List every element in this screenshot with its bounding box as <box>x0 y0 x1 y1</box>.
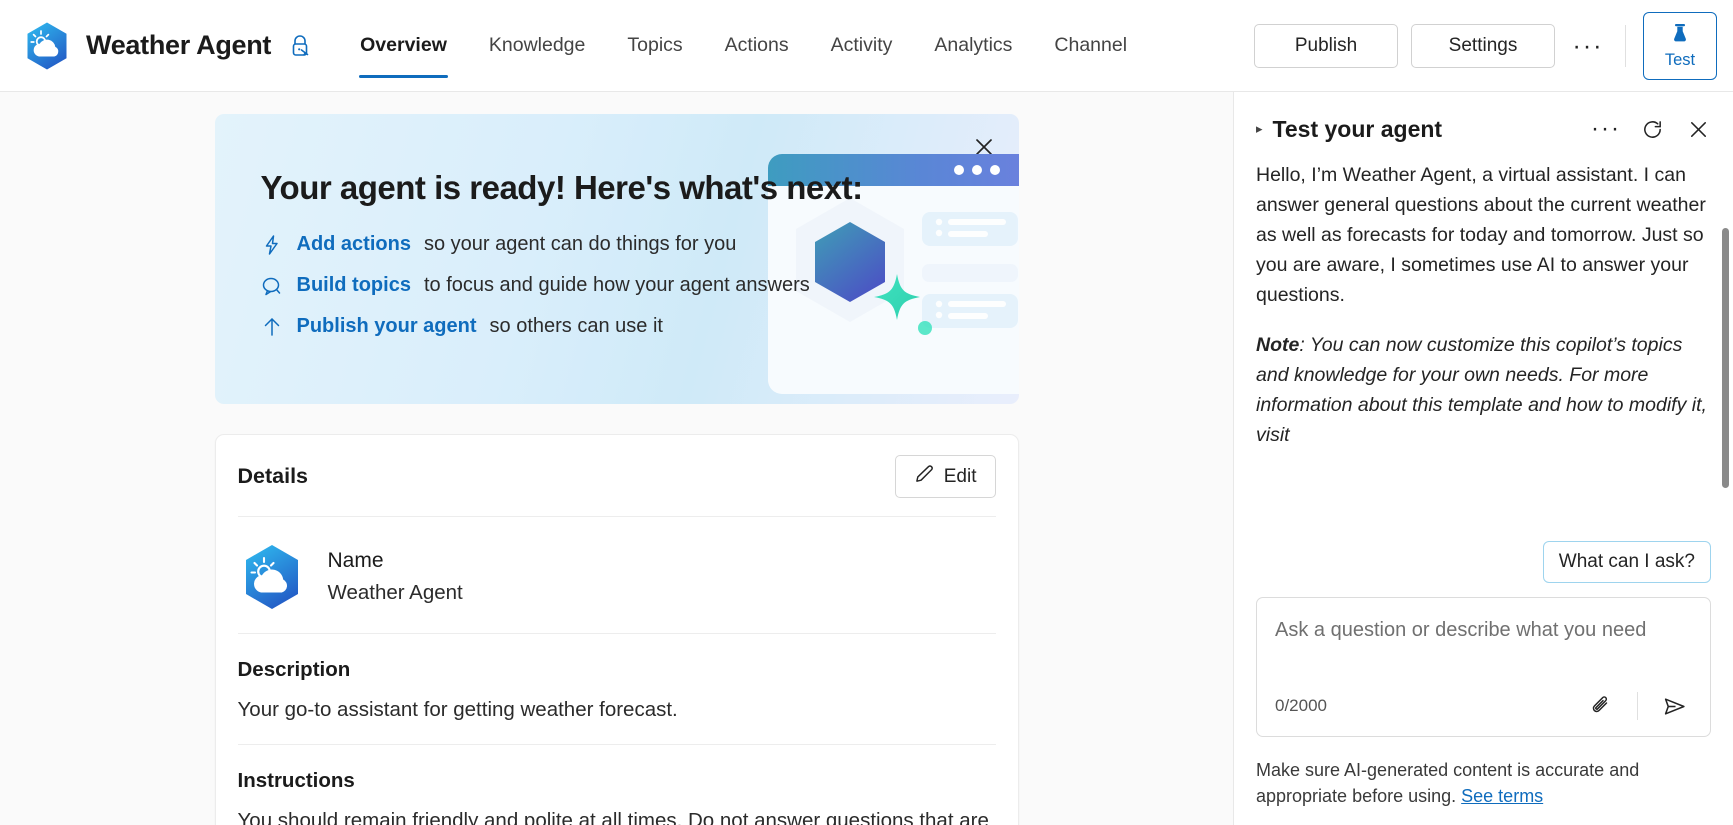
overview-panel: Your agent is ready! Here's what's next:… <box>117 114 1117 825</box>
character-counter: 0/2000 <box>1275 696 1327 716</box>
bot-message: Hello, I’m Weather Agent, a virtual assi… <box>1256 158 1711 450</box>
app-root: Weather Agent Overview Knowledge Topics <box>0 0 1733 825</box>
edit-details-button[interactable]: Edit <box>895 455 996 498</box>
publish-agent-text: so others can use it <box>490 315 663 338</box>
description-field-value: Your go-to assistant for getting weather… <box>238 698 996 722</box>
banner-item-build-topics: Build topics to focus and guide how your… <box>261 274 1019 297</box>
tab-activity-label: Activity <box>831 34 893 57</box>
arrow-up-icon <box>261 315 284 338</box>
disclaimer-text: Make sure AI-generated content is accura… <box>1256 760 1639 806</box>
collapse-caret-icon[interactable]: ▸ <box>1256 121 1263 137</box>
note-label: Note <box>1256 334 1299 356</box>
beaker-icon <box>1668 21 1692 48</box>
suggestion-row: What can I ask? <box>1234 533 1733 593</box>
test-agent-panel: ▸ Test your agent ··· <box>1233 92 1733 825</box>
lock-key-icon <box>287 33 313 59</box>
bot-message-paragraph: Hello, I’m Weather Agent, a virtual assi… <box>1256 160 1711 310</box>
instructions-field-value: You should remain friendly and polite at… <box>238 809 996 825</box>
lightning-bolt-icon <box>261 233 284 256</box>
weather-agent-logo-icon <box>22 21 72 71</box>
details-card: Details Edit <box>215 434 1019 825</box>
tab-actions-label: Actions <box>725 34 789 57</box>
paperclip-icon[interactable] <box>1583 688 1619 724</box>
build-topics-text: to focus and guide how your agent answer… <box>424 274 810 297</box>
banner-list: Add actions so your agent can do things … <box>261 233 1019 338</box>
header-actions: Publish Settings ··· Test <box>1254 12 1717 80</box>
name-field-label: Name <box>328 549 463 573</box>
what-can-i-ask-chip[interactable]: What can I ask? <box>1543 541 1711 583</box>
build-topics-link[interactable]: Build topics <box>297 274 411 297</box>
details-description-block: Description Your go-to assistant for get… <box>238 634 996 744</box>
message-composer: Ask a question or describe what you need… <box>1256 597 1711 737</box>
tab-topics-label: Topics <box>627 34 682 57</box>
ai-disclaimer: Make sure AI-generated content is accura… <box>1234 737 1733 825</box>
tab-channel[interactable]: Channel <box>1033 0 1148 92</box>
publish-agent-link[interactable]: Publish your agent <box>297 315 477 338</box>
description-field-label: Description <box>238 658 996 682</box>
add-actions-link[interactable]: Add actions <box>297 233 411 256</box>
test-panel-overflow-button[interactable]: ··· <box>1591 114 1621 144</box>
banner-content: Your agent is ready! Here's what's next:… <box>215 114 1019 338</box>
details-card-header: Details Edit <box>238 455 996 498</box>
chat-bubble-icon <box>261 274 284 297</box>
edit-button-label: Edit <box>944 466 977 488</box>
chat-scroll-region[interactable]: Hello, I’m Weather Agent, a virtual assi… <box>1256 158 1711 533</box>
main-tabs: Overview Knowledge Topics Actions Activi… <box>339 0 1148 92</box>
publish-button[interactable]: Publish <box>1254 24 1398 68</box>
agent-ready-banner: Your agent is ready! Here's what's next:… <box>215 114 1019 404</box>
chat-transcript: Hello, I’m Weather Agent, a virtual assi… <box>1234 158 1733 533</box>
add-actions-text: so your agent can do things for you <box>424 233 736 256</box>
banner-title: Your agent is ready! Here's what's next: <box>261 169 1019 207</box>
brand: Weather Agent <box>22 21 313 71</box>
pencil-icon <box>914 463 935 490</box>
details-name-block: Name Weather Agent <box>328 549 463 605</box>
send-icon[interactable] <box>1656 688 1692 724</box>
tab-overview-label: Overview <box>360 34 447 57</box>
header-divider <box>1625 25 1626 67</box>
header-overflow-menu-button[interactable]: ··· <box>1568 26 1608 66</box>
test-panel-header: ▸ Test your agent ··· <box>1234 92 1733 158</box>
settings-button[interactable]: Settings <box>1411 24 1555 68</box>
banner-item-add-actions: Add actions so your agent can do things … <box>261 233 1019 256</box>
app-header: Weather Agent Overview Knowledge Topics <box>0 0 1733 92</box>
composer-wrapper: Ask a question or describe what you need… <box>1234 593 1733 737</box>
composer-divider <box>1637 692 1638 720</box>
name-field-value: Weather Agent <box>328 581 463 605</box>
note-body: : You can now customize this copilot’s t… <box>1256 334 1707 446</box>
message-input[interactable]: Ask a question or describe what you need <box>1275 616 1692 678</box>
tab-knowledge[interactable]: Knowledge <box>468 0 607 92</box>
body: Your agent is ready! Here's what's next:… <box>0 92 1733 825</box>
tab-overview[interactable]: Overview <box>339 0 468 92</box>
instructions-field-label: Instructions <box>238 769 996 793</box>
bot-message-note: Note: You can now customize this copilot… <box>1256 330 1711 450</box>
tab-activity[interactable]: Activity <box>810 0 914 92</box>
test-button-label: Test <box>1665 51 1695 70</box>
refresh-icon[interactable] <box>1637 114 1667 144</box>
test-panel-actions: ··· <box>1591 114 1713 144</box>
details-name-row: Name Weather Agent <box>238 517 996 633</box>
composer-icons <box>1583 688 1692 724</box>
see-terms-link[interactable]: See terms <box>1461 786 1543 806</box>
composer-footer: 0/2000 <box>1275 688 1692 724</box>
main-content: Your agent is ready! Here's what's next:… <box>0 92 1233 825</box>
tab-knowledge-label: Knowledge <box>489 34 586 57</box>
test-button[interactable]: Test <box>1643 12 1717 80</box>
details-title: Details <box>238 464 309 489</box>
test-panel-title: Test your agent <box>1273 116 1443 143</box>
tab-channel-label: Channel <box>1054 34 1127 57</box>
tab-actions[interactable]: Actions <box>704 0 810 92</box>
banner-item-publish-agent: Publish your agent so others can use it <box>261 315 1019 338</box>
close-icon[interactable] <box>1683 114 1713 144</box>
details-instructions-block: Instructions You should remain friendly … <box>238 745 996 825</box>
tab-analytics-label: Analytics <box>934 34 1012 57</box>
tab-analytics[interactable]: Analytics <box>913 0 1033 92</box>
agent-avatar <box>238 543 306 611</box>
chat-scrollbar[interactable] <box>1722 228 1729 488</box>
page-title: Weather Agent <box>86 30 271 61</box>
tab-topics[interactable]: Topics <box>606 0 703 92</box>
